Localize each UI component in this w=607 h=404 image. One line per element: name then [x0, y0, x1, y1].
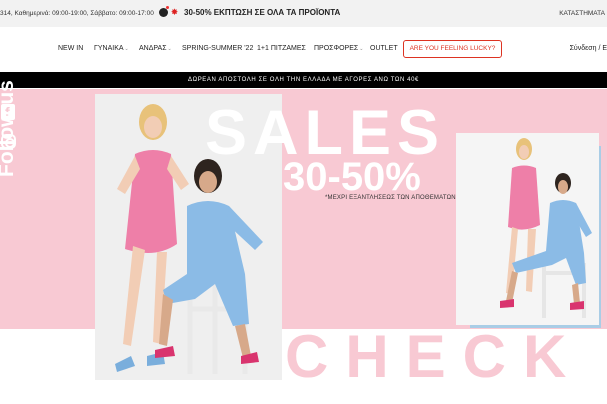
login-link[interactable]: Σύνδεση / Ε	[570, 45, 607, 52]
follow-us-label: Follow us	[0, 80, 18, 177]
bomb-icon	[159, 6, 169, 17]
nav-men[interactable]: ΑΝΔΡΑΣ⌄	[139, 45, 172, 52]
nav-outlet[interactable]: OUTLET	[370, 45, 398, 52]
store-hours: 314, Καθημερινά: 09:00-19:00, Σάββατο: 0…	[0, 10, 154, 17]
hero-photo-side	[456, 133, 599, 325]
free-shipping-banner: ΔΩΡΕΑΝ ΑΠΟΣΤΟΛΗ ΣΕ ΟΛΗ ΤΗΝ ΕΛΛΑΔΑ ΜΕ ΑΓΟ…	[0, 72, 607, 88]
model-face	[519, 145, 529, 159]
nav-women[interactable]: ΓΥΝΑΙΚΑ⌄	[94, 45, 129, 52]
models-illustration-small	[456, 133, 599, 325]
model-face	[558, 180, 568, 194]
promo-bar[interactable]: ✸ 30-50% ΕΚΠΤΩΣΗ ΣΕ ΟΛΑ ΤΑ ΠΡΟΪΟΝΤΑ	[159, 6, 341, 17]
nav-men-label: ΑΝΔΡΑΣ	[139, 45, 167, 52]
nav-new-in-label: NEW IN	[58, 45, 84, 52]
nav-outlet-label: OUTLET	[370, 45, 398, 52]
promo-text: 30-50% ΕΚΠΤΩΣΗ ΣΕ ΟΛΑ ΤΑ ΠΡΟΪΟΝΤΑ	[184, 8, 341, 17]
chevron-down-icon: ⌄	[359, 46, 364, 52]
nav-spring-summer-label: SPRING-SUMMER '22	[182, 45, 254, 52]
nav-women-label: ΓΥΝΑΙΚΑ	[94, 45, 124, 52]
nav-new-in[interactable]: NEW IN	[58, 45, 83, 52]
nav-offers[interactable]: ΠΡΟΣΦΟΡΕΣ⌄	[314, 45, 363, 52]
chevron-down-icon: ⌄	[167, 46, 172, 52]
feeling-lucky-button[interactable]: ARE YOU FEELING LUCKY?	[403, 40, 502, 58]
main-nav: NEW IN ΓΥΝΑΙΚΑ⌄ ΑΝΔΡΑΣ⌄ SPRING-SUMMER '2…	[0, 27, 607, 72]
model-face	[144, 116, 162, 138]
stock-disclaimer: *ΜΕΧΡΙ ΕΞΑΝΤΛΗΣΕΩΣ ΤΩΝ ΑΠΟΘΕΜΑΤΩΝ	[325, 195, 456, 201]
pink-dress	[508, 165, 540, 230]
nav-offers-label: ΠΡΟΣΦΟΡΕΣ	[314, 45, 359, 52]
discount-percent: 30-50%	[283, 155, 421, 199]
chevron-down-icon: ⌄	[124, 46, 129, 52]
top-info-bar: 314, Καθημερινά: 09:00-19:00, Σάββατο: 0…	[0, 0, 607, 27]
stores-link[interactable]: ΚΑΤΑΣΤΗΜΑΤΑ	[559, 10, 605, 17]
firework-icon: ✸	[170, 7, 179, 17]
model-face	[199, 171, 217, 193]
nav-pyjamas-label: 1+1 ΠΙΤΖΑΜΕΣ	[257, 45, 306, 52]
nav-pyjamas[interactable]: 1+1 ΠΙΤΖΑΜΕΣ	[257, 45, 306, 52]
nav-spring-summer[interactable]: SPRING-SUMMER '22	[182, 45, 253, 52]
check-heading: CHECK	[285, 323, 584, 390]
